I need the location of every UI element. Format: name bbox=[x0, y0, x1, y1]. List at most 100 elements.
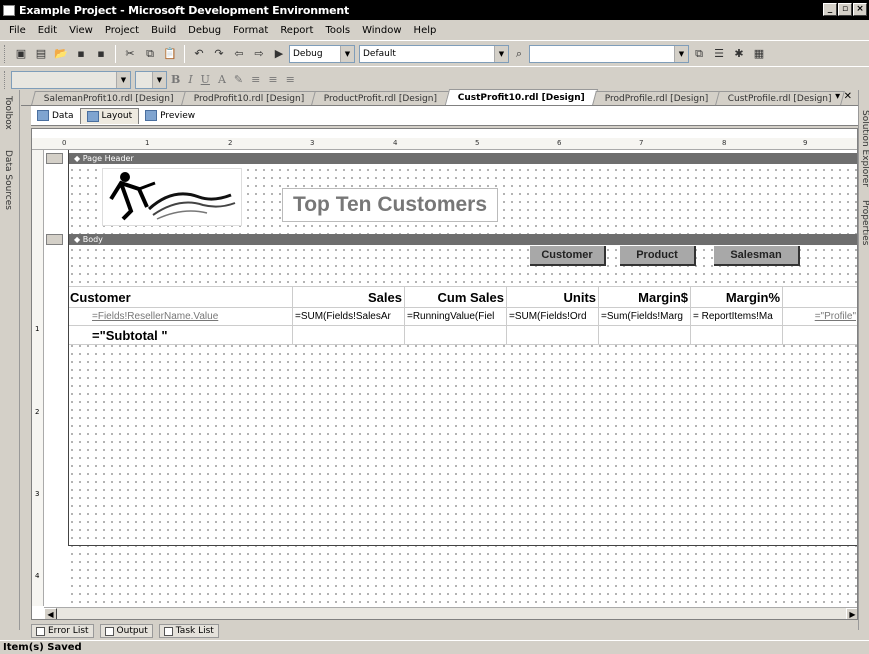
horizontal-ruler: 0 1 2 3 4 5 6 7 8 9 bbox=[32, 138, 857, 150]
navigate-forward-icon[interactable]: ⇨ bbox=[251, 46, 267, 62]
font-name-select[interactable]: ▼ bbox=[11, 70, 131, 89]
scroll-left-icon[interactable]: ◀ bbox=[44, 608, 57, 619]
new-project-icon[interactable]: ▣ bbox=[13, 46, 29, 62]
menu-view[interactable]: View bbox=[63, 25, 99, 36]
properties-icon[interactable]: ☰ bbox=[711, 46, 727, 62]
restore-button[interactable]: ▫ bbox=[838, 3, 852, 16]
data-sources-tab[interactable]: Data Sources bbox=[3, 150, 13, 210]
menu-tools[interactable]: Tools bbox=[319, 25, 356, 36]
chevron-down-icon[interactable]: ▼ bbox=[674, 45, 688, 62]
menu-help[interactable]: Help bbox=[408, 25, 443, 36]
configuration-value: Debug bbox=[293, 48, 323, 59]
output-icon bbox=[104, 626, 114, 636]
redo-icon[interactable]: ↷ bbox=[211, 46, 227, 62]
bold-icon[interactable]: B bbox=[171, 73, 180, 86]
align-center-icon[interactable]: ≡ bbox=[268, 73, 277, 86]
toolbar-separator bbox=[184, 44, 185, 63]
ruler-mark: 4 bbox=[393, 139, 398, 147]
ruler-mark: 4 bbox=[35, 572, 40, 580]
align-right-icon[interactable]: ≡ bbox=[286, 73, 295, 86]
vertical-ruler: 1 2 3 4 bbox=[32, 150, 44, 606]
configuration-select[interactable]: Debug ▼ bbox=[289, 44, 355, 63]
status-bar: Item(s) Saved bbox=[0, 640, 869, 653]
menu-report[interactable]: Report bbox=[274, 25, 319, 36]
menu-window[interactable]: Window bbox=[356, 25, 407, 36]
tab-layout[interactable]: Layout bbox=[79, 107, 140, 124]
bottom-tool-tabs: Error List Output Task List bbox=[31, 622, 858, 640]
doc-tab[interactable]: SalemanProfit10.rdl [Design] bbox=[31, 91, 187, 105]
scroll-right-icon[interactable]: ▶ bbox=[846, 608, 857, 619]
format-toolbar: ▼ ▼ B I U A ✎ ≡ ≡ ≡ bbox=[0, 66, 869, 92]
paste-icon[interactable]: 📋 bbox=[162, 46, 178, 62]
error-list-icon bbox=[36, 626, 45, 636]
document-tabs: SalemanProfit10.rdl [Design] ProdProfit1… bbox=[21, 89, 858, 106]
task-list-tab[interactable]: Task List bbox=[158, 624, 219, 638]
chevron-down-icon[interactable]: ▼ bbox=[494, 45, 508, 62]
tab-preview[interactable]: Preview bbox=[139, 108, 201, 124]
save-icon[interactable]: ▪ bbox=[73, 46, 89, 62]
cut-icon[interactable]: ✂ bbox=[122, 46, 138, 62]
align-left-icon[interactable]: ≡ bbox=[251, 73, 260, 86]
app-icon[interactable] bbox=[3, 4, 15, 16]
undo-icon[interactable]: ↶ bbox=[191, 46, 207, 62]
find-in-files-icon[interactable]: ⌕ bbox=[511, 46, 527, 62]
add-item-icon[interactable]: ▤ bbox=[33, 46, 49, 62]
close-button[interactable]: × bbox=[853, 3, 867, 16]
italic-icon[interactable]: I bbox=[188, 73, 192, 86]
menu-debug[interactable]: Debug bbox=[182, 25, 227, 36]
output-tab[interactable]: Output bbox=[99, 624, 153, 638]
menu-bar: File Edit View Project Build Debug Forma… bbox=[0, 20, 869, 40]
chevron-down-icon[interactable]: ▼ bbox=[116, 71, 130, 88]
error-list-tab[interactable]: Error List bbox=[31, 624, 94, 638]
underline-icon[interactable]: U bbox=[201, 73, 210, 86]
menu-build[interactable]: Build bbox=[145, 25, 182, 36]
save-all-icon[interactable]: ▪ bbox=[93, 46, 109, 62]
horizontal-scrollbar[interactable]: ◀ ▶ bbox=[44, 607, 857, 619]
doc-tab[interactable]: CustProfile.rdl [Design] bbox=[715, 91, 845, 105]
doc-tab[interactable]: ProdProfile.rdl [Design] bbox=[591, 91, 721, 105]
doc-tab[interactable]: ProdProfit10.rdl [Design] bbox=[180, 91, 318, 105]
menu-file[interactable]: File bbox=[3, 25, 32, 36]
design-view-tabs: Data Layout Preview bbox=[31, 106, 858, 126]
background-color-icon[interactable]: ✎ bbox=[234, 73, 243, 86]
toolbar-grip[interactable] bbox=[4, 70, 7, 89]
menu-edit[interactable]: Edit bbox=[32, 25, 63, 36]
doc-tab-active[interactable]: CustProfit10.rdl [Design] bbox=[444, 89, 598, 105]
layout-icon bbox=[86, 110, 99, 122]
solution-explorer-icon[interactable]: ⧉ bbox=[691, 46, 707, 62]
toolbox-tab[interactable]: Toolbox bbox=[3, 96, 13, 130]
report-designer[interactable]: 0 1 2 3 4 5 6 7 8 9 1 2 3 4 ◆ Page Heade… bbox=[31, 128, 858, 620]
other-windows-icon[interactable]: ▦ bbox=[751, 46, 767, 62]
band-handle[interactable] bbox=[46, 234, 63, 245]
layout-canvas[interactable]: ◆ Page Header Top Ten Customers ◆ Body C… bbox=[68, 150, 857, 606]
solution-explorer-tab[interactable]: Solution Explorer bbox=[860, 110, 869, 187]
toolbar-separator bbox=[115, 44, 116, 63]
ruler-mark: 2 bbox=[228, 139, 233, 147]
ruler-mark: 6 bbox=[557, 139, 562, 147]
menu-format[interactable]: Format bbox=[227, 25, 274, 36]
tab-data[interactable]: Data bbox=[31, 108, 80, 124]
left-dock-panel: Toolbox Data Sources bbox=[0, 90, 20, 630]
close-document-icon[interactable]: ▾ ✕ bbox=[835, 91, 852, 102]
copy-icon[interactable]: ⧉ bbox=[142, 46, 158, 62]
right-dock-panel: Solution Explorer Properties bbox=[858, 90, 869, 630]
ruler-mark: 9 bbox=[803, 139, 808, 147]
find-combo[interactable]: ▼ bbox=[529, 44, 689, 63]
chevron-down-icon[interactable]: ▼ bbox=[340, 45, 354, 62]
font-size-select[interactable]: ▼ bbox=[135, 70, 167, 89]
band-handle[interactable] bbox=[46, 153, 63, 164]
navigate-back-icon[interactable]: ⇦ bbox=[231, 46, 247, 62]
toolbox-icon[interactable]: ✱ bbox=[731, 46, 747, 62]
menu-project[interactable]: Project bbox=[99, 25, 145, 36]
minimize-button[interactable]: _ bbox=[823, 3, 837, 16]
font-color-icon[interactable]: A bbox=[218, 73, 226, 86]
doc-tab[interactable]: ProductProfit.rdl [Design] bbox=[311, 91, 451, 105]
toolbar-grip[interactable] bbox=[4, 44, 7, 63]
chevron-down-icon[interactable]: ▼ bbox=[152, 71, 166, 88]
ruler-mark: 7 bbox=[639, 139, 644, 147]
platform-select[interactable]: Default ▼ bbox=[359, 44, 509, 63]
properties-tab[interactable]: Properties bbox=[860, 200, 869, 245]
open-file-icon[interactable]: 📂 bbox=[53, 46, 69, 62]
ruler-mark: 0 bbox=[62, 139, 67, 147]
start-debug-icon[interactable]: ▶ bbox=[271, 46, 287, 62]
